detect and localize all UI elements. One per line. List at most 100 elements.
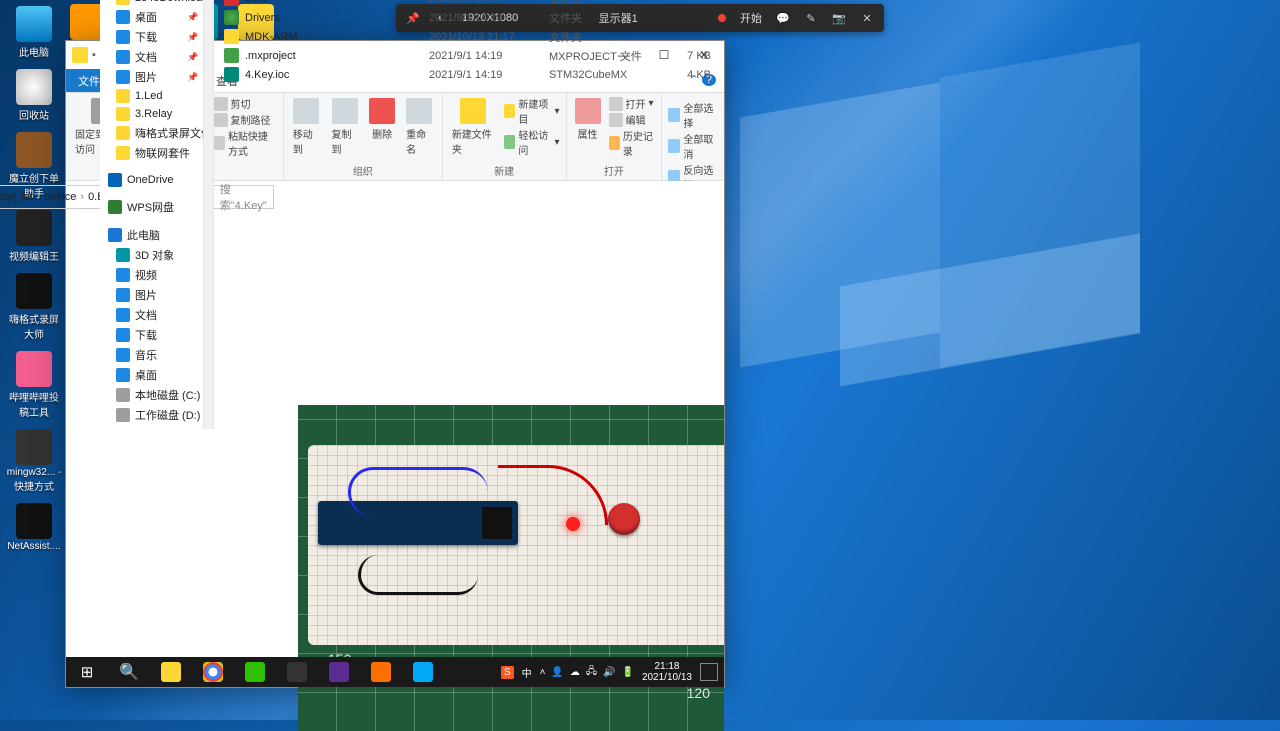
sidebar-item-label: 工作磁盘 (D:)	[135, 407, 200, 423]
tray-cloud-icon[interactable]: ☁	[570, 667, 580, 678]
sidebar-item-label: 此电脑	[127, 227, 160, 243]
file-list[interactable]: Core2021/9/1 14:19文件夹Drivers2021/9/1 14:…	[214, 0, 716, 429]
tray-network-icon[interactable]: 🖧	[586, 664, 597, 681]
sidebar-item[interactable]: 本地磁盘 (C:)	[100, 385, 203, 405]
desktop-icon[interactable]: 嗨格式录屏大师	[4, 271, 64, 343]
ime-indicator[interactable]: 中	[522, 665, 532, 680]
sidebar-item[interactable]: 2345Downloac📌	[100, 0, 203, 7]
file-icon	[224, 48, 239, 63]
tray-volume-icon[interactable]: 🔊	[603, 667, 615, 678]
breadcrumb[interactable]: device	[43, 191, 79, 203]
taskbar-clock[interactable]: 21:182021/10/13	[642, 661, 692, 683]
file-row[interactable]: Core2021/9/1 14:19文件夹	[214, 0, 716, 8]
folder-icon	[116, 0, 130, 5]
sidebar-item[interactable]: 3.Relay	[100, 105, 203, 123]
sidebar-item[interactable]: 下载	[100, 325, 203, 345]
app-icon	[16, 503, 52, 539]
file-icon	[224, 0, 239, 6]
taskbar-cubemx[interactable]	[402, 657, 444, 687]
chat-icon[interactable]: 💬	[776, 11, 790, 25]
file-name: MDK-ARM	[245, 31, 298, 43]
sidebar-item-label: 图片	[135, 69, 157, 85]
taskbar-search-button[interactable]: 🔍	[108, 657, 150, 687]
sidebar-item[interactable]: 文档📌	[100, 47, 203, 67]
sidebar-scrollbar[interactable]	[204, 0, 214, 429]
taskbar-app2[interactable]	[360, 657, 402, 687]
sidebar-item[interactable]: 工作磁盘 (D:)	[100, 405, 203, 425]
taskbar-explorer[interactable]	[150, 657, 192, 687]
taskbar-chrome[interactable]	[192, 657, 234, 687]
file-date: 2021/9/1 14:19	[429, 12, 549, 24]
folder-icon	[72, 47, 88, 63]
ime-icon[interactable]: S	[501, 666, 514, 679]
file-row[interactable]: 4.Key.ioc2021/9/1 14:19STM32CubeMX4 KB	[214, 65, 716, 84]
sidebar-item-label: 下载	[135, 327, 157, 343]
file-type: 文件夹	[549, 0, 661, 7]
sidebar-item[interactable]: WPS网盘	[100, 197, 203, 217]
folder-icon	[116, 348, 130, 362]
sidebar-item[interactable]: OneDrive	[100, 171, 203, 189]
sidebar-item-label: 桌面	[135, 367, 157, 383]
sidebar-item[interactable]: 桌面📌	[100, 7, 203, 27]
app-icon	[16, 6, 52, 42]
file-date: 2021/9/1 14:19	[429, 69, 549, 81]
sidebar-item[interactable]: 桌面	[100, 365, 203, 385]
folder-icon	[116, 30, 130, 44]
file-row[interactable]: .mxproject2021/9/1 14:19MXPROJECT 文件7 KB	[214, 46, 716, 65]
sidebar-item[interactable]: 物联网套件	[100, 143, 203, 163]
taskbar-wechat[interactable]	[234, 657, 276, 687]
desktop-icon[interactable]: 此电脑	[4, 4, 64, 61]
sidebar-item-label: 图片	[135, 287, 157, 303]
sidebar-item[interactable]: 此电脑	[100, 225, 203, 245]
file-name: 4.Key.ioc	[245, 69, 289, 81]
tray-person-icon[interactable]: 👤	[551, 667, 563, 678]
file-row[interactable]: Drivers2021/9/1 14:19文件夹	[214, 8, 716, 27]
qat-btn[interactable]: ▪	[92, 49, 96, 61]
edit-icon[interactable]: ✎	[804, 11, 818, 25]
sidebar-item[interactable]: 下载📌	[100, 27, 203, 47]
notification-button[interactable]	[700, 663, 718, 681]
folder-icon	[116, 308, 130, 322]
start-button[interactable]: ⊞	[66, 657, 108, 687]
sidebar-item[interactable]: 图片📌	[100, 67, 203, 87]
app-icon	[16, 351, 52, 387]
taskbar-app1[interactable]	[318, 657, 360, 687]
sidebar-item[interactable]: 嗨格式录屏文件	[100, 123, 203, 143]
desktop-icon[interactable]: NetAssist....	[4, 501, 64, 554]
taskbar[interactable]: ⊞ 🔍 S 中 ˄ 👤 ☁ 🖧 🔊 🔋 21:182021/10/13	[66, 657, 724, 687]
folder-icon	[108, 173, 122, 187]
sidebar-item[interactable]: 文档	[100, 305, 203, 325]
desktop-icon[interactable]: 回收站	[4, 67, 64, 124]
folder-icon	[108, 228, 122, 242]
sidebar-item[interactable]: 1.Led	[100, 87, 203, 105]
sidebar-item-label: 嗨格式录屏文件	[135, 125, 204, 141]
camera-icon[interactable]: 📷	[832, 11, 846, 25]
taskbar-taskview[interactable]	[276, 657, 318, 687]
desktop-icon[interactable]: mingw32... - 快捷方式	[4, 427, 64, 495]
folder-icon	[116, 248, 130, 262]
icon-label: mingw32... - 快捷方式	[6, 467, 62, 493]
app-icon	[16, 210, 52, 246]
file-row[interactable]: MDK-ARM2021/10/13 21:17文件夹	[214, 27, 716, 46]
icon-label: 嗨格式录屏大师	[6, 311, 62, 341]
tray-battery-icon[interactable]: 🔋	[621, 667, 633, 678]
icon-label: 回收站	[19, 107, 49, 122]
folder-icon	[116, 107, 130, 121]
sidebar-item-label: 视频	[135, 267, 157, 283]
nav-back-button[interactable]: ← → ▾ ↑ « kits_xiaoyi_iot› device› 0.Bas…	[74, 187, 94, 207]
desktop-icon[interactable]: 视频编辑王	[4, 208, 64, 265]
file-type: STM32CubeMX	[549, 69, 661, 81]
desktop-icon[interactable]: 哔哩哔哩投稿工具	[4, 349, 64, 421]
sidebar-item[interactable]: 3D 对象	[100, 245, 203, 265]
sidebar-item[interactable]: 图片	[100, 285, 203, 305]
navigation-pane[interactable]: 快速访问2345Downloac📌桌面📌下载📌文档📌图片📌1.Led3.Rela…	[100, 0, 204, 429]
sidebar-item[interactable]: 音乐	[100, 345, 203, 365]
pin-icon: 📌	[187, 12, 198, 23]
start-record-button[interactable]: 开始	[740, 10, 762, 26]
icon-label: 此电脑	[19, 44, 49, 59]
close-icon[interactable]: ✕	[860, 11, 874, 25]
breadcrumb[interactable]: kits_xiaoyi_iot	[0, 191, 35, 203]
sidebar-item-label: 音乐	[135, 347, 157, 363]
tray-up-icon[interactable]: ˄	[540, 667, 546, 678]
sidebar-item[interactable]: 视频	[100, 265, 203, 285]
